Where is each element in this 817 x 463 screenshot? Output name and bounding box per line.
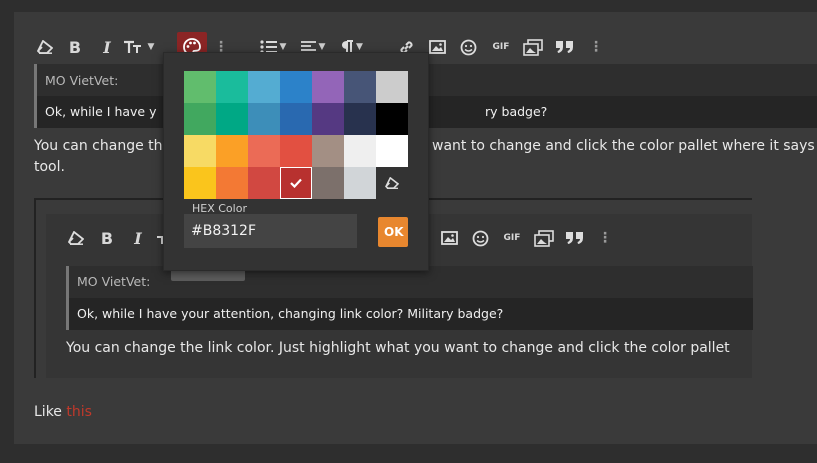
checkmark-icon <box>280 167 312 199</box>
quote-author: MO VietVet: <box>45 73 119 88</box>
gif-icon[interactable]: GIF <box>489 33 513 61</box>
color-picker-popup: HEX Color OK <box>163 52 429 271</box>
color-swatch[interactable] <box>312 103 344 135</box>
image-icon <box>437 224 461 252</box>
color-swatch[interactable] <box>184 71 216 103</box>
nested-quote-block: MO VietVet: Ok, while I have your attent… <box>66 266 753 330</box>
emoji-icon[interactable] <box>456 33 480 61</box>
color-swatch[interactable] <box>248 103 280 135</box>
chevron-down-icon: ▼ <box>147 42 155 52</box>
color-swatch[interactable] <box>376 135 408 167</box>
chevron-down-icon: ▼ <box>356 42 363 52</box>
color-swatch[interactable] <box>344 71 376 103</box>
italic-icon[interactable]: I <box>96 33 118 61</box>
reply-line: tool. <box>34 159 65 175</box>
more-options-icon[interactable]: ⋮ <box>585 33 607 61</box>
like-link[interactable]: this <box>66 404 92 420</box>
emoji-icon <box>468 224 492 252</box>
media-gallery-icon <box>531 224 557 252</box>
quote-body-text: Ok, while I have y <box>45 104 157 119</box>
quote-body-text-tail: ry badge? <box>485 104 548 119</box>
reply-line-tail: want to change and click the color palle… <box>432 138 817 154</box>
like-label: Like <box>34 404 62 420</box>
text-size-icon[interactable]: ▼ <box>122 33 156 61</box>
quote-icon[interactable] <box>552 33 578 61</box>
color-swatch[interactable] <box>344 167 376 199</box>
chevron-down-icon: ▼ <box>318 42 326 52</box>
color-swatch[interactable] <box>216 135 248 167</box>
color-swatch[interactable] <box>216 71 248 103</box>
quote-icon <box>562 224 588 252</box>
color-swatch[interactable] <box>248 167 280 199</box>
color-swatch[interactable] <box>184 135 216 167</box>
color-swatch[interactable] <box>216 103 248 135</box>
chevron-down-icon: ▼ <box>279 42 287 52</box>
color-swatch[interactable] <box>312 135 344 167</box>
bold-icon[interactable]: B <box>64 33 86 61</box>
reply-line: You can change th <box>34 138 163 154</box>
color-swatch[interactable] <box>376 103 408 135</box>
eraser-icon <box>64 224 88 252</box>
color-swatch[interactable] <box>280 103 312 135</box>
more-options-icon: ⋮ <box>598 230 612 246</box>
eraser-icon[interactable] <box>32 33 58 61</box>
color-swatch[interactable] <box>184 167 216 199</box>
quote-body: Ok, while I have your attention, changin… <box>69 298 753 330</box>
italic-icon: I <box>134 228 142 248</box>
color-swatch[interactable] <box>344 103 376 135</box>
color-swatch[interactable] <box>312 71 344 103</box>
hex-color-input[interactable] <box>184 214 357 248</box>
gif-icon: GIF <box>503 233 521 243</box>
color-swatch[interactable] <box>280 167 312 199</box>
color-swatch[interactable] <box>216 167 248 199</box>
color-swatch[interactable] <box>280 135 312 167</box>
color-swatch[interactable] <box>312 167 344 199</box>
color-swatch[interactable] <box>376 71 408 103</box>
color-swatch[interactable] <box>184 103 216 135</box>
color-swatch[interactable] <box>280 71 312 103</box>
nested-reply-line: You can change the link color. Just high… <box>66 340 730 356</box>
color-swatch[interactable] <box>248 71 280 103</box>
quote-author: MO VietVet: <box>77 274 151 289</box>
ok-button[interactable]: OK <box>378 217 408 247</box>
like-line: Like this <box>34 404 92 420</box>
bold-icon: B <box>100 228 114 248</box>
color-swatch[interactable] <box>248 135 280 167</box>
color-swatch[interactable] <box>344 135 376 167</box>
remove-color-icon[interactable] <box>376 167 408 199</box>
media-gallery-icon[interactable] <box>520 33 546 61</box>
